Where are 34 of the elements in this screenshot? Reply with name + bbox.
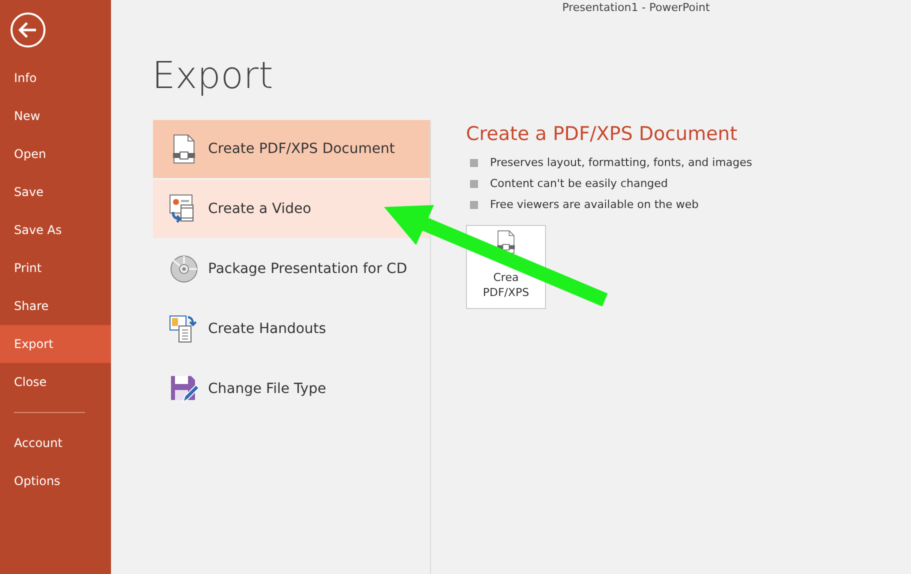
option-label: Change File Type xyxy=(208,381,326,397)
option-label: Package Presentation for CD xyxy=(208,261,408,277)
sidebar-item[interactable]: Save As xyxy=(0,211,111,249)
sidebar-item[interactable]: Close xyxy=(0,363,111,401)
sidebar-item[interactable]: Print xyxy=(0,249,111,287)
sidebar-item[interactable]: Account xyxy=(0,424,111,462)
bullet-text: Free viewers are available on the web xyxy=(490,198,699,211)
bullet-icon xyxy=(470,200,478,208)
document-icon xyxy=(172,134,196,164)
sidebar-item[interactable]: Info xyxy=(0,59,111,97)
export-option[interactable]: Package Presentation for CD xyxy=(153,240,430,298)
bullet-icon xyxy=(470,180,478,188)
window-title: Presentation1 - PowerPoint xyxy=(562,1,710,14)
sidebar-item[interactable]: Open xyxy=(0,135,111,173)
option-label: Create Handouts xyxy=(208,321,326,337)
handouts-icon xyxy=(169,314,199,344)
option-label: Create a Video xyxy=(208,201,312,217)
export-option[interactable]: Create a Video xyxy=(153,180,430,238)
sidebar-item[interactable]: New xyxy=(0,97,111,135)
bullet-icon xyxy=(470,158,478,166)
disc-icon xyxy=(169,254,199,284)
page-title: Export xyxy=(152,53,274,99)
export-option[interactable]: Change File Type xyxy=(153,360,430,418)
sidebar-item[interactable]: Export xyxy=(0,325,111,363)
export-option[interactable]: Create PDF/XPS Document xyxy=(153,120,430,178)
sidebar-item[interactable]: Options xyxy=(0,462,111,500)
bullet-text: Content can't be easily changed xyxy=(490,177,668,190)
section-title: Create a PDF/XPS Document xyxy=(466,123,738,147)
save-edit-icon xyxy=(169,374,199,404)
bullet-text: Preserves layout, formatting, fonts, and images xyxy=(490,156,752,169)
sidebar-item[interactable]: Share xyxy=(0,287,111,325)
sidebar-item[interactable]: Save xyxy=(0,173,111,211)
option-label: Create PDF/XPS Document xyxy=(208,141,395,157)
export-option[interactable]: Create Handouts xyxy=(153,300,430,358)
